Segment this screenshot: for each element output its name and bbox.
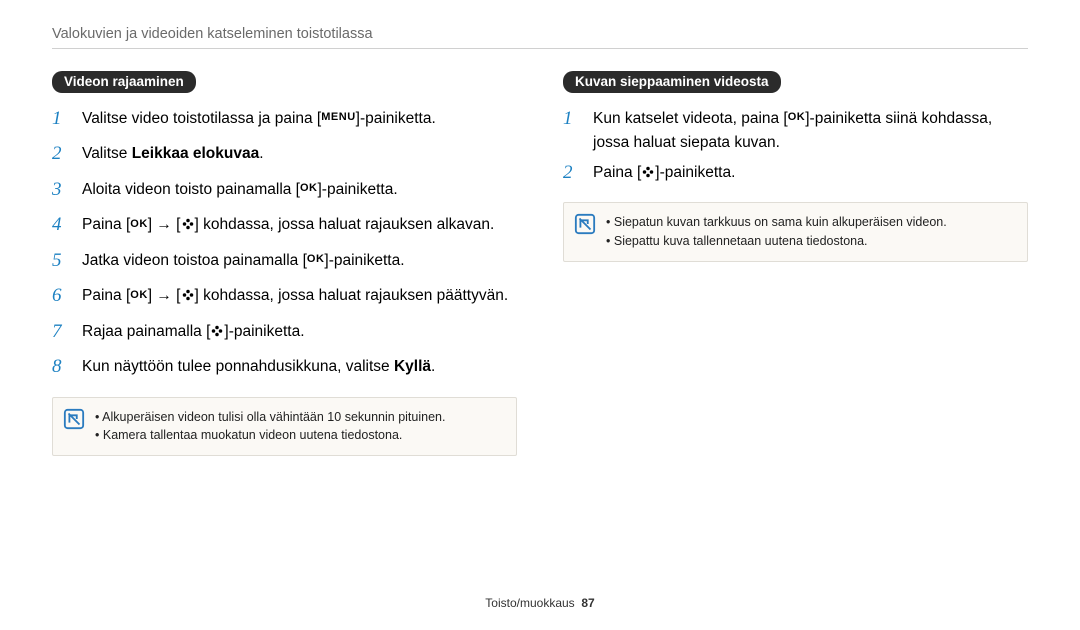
flower-icon xyxy=(210,323,224,338)
note-list-left: Alkuperäisen videon tulisi olla vähintää… xyxy=(95,408,445,446)
step-1: 1 Valitse video toistotilassa ja paina [… xyxy=(52,107,517,136)
note-icon xyxy=(574,213,596,235)
ok-icon: OK xyxy=(130,288,148,303)
note-item: Siepattu kuva tallennetaan uutena tiedos… xyxy=(606,232,947,251)
ok-icon: OK xyxy=(300,181,318,196)
step-1: 1 Kun katselet videota, paina [OK]-paini… xyxy=(563,107,1028,155)
ok-icon: OK xyxy=(788,110,806,125)
section-label-left: Videon rajaaminen xyxy=(52,71,196,93)
right-column: Kuvan sieppaaminen videosta 1 Kun katsel… xyxy=(563,71,1028,456)
step-number: 1 xyxy=(52,104,76,133)
step-5: 5 Jatka videon toistoa painamalla [OK]-p… xyxy=(52,249,517,278)
note-list-right: Siepatun kuvan tarkkuus on sama kuin alk… xyxy=(606,213,947,251)
page-number: 87 xyxy=(581,596,594,610)
step-4: 4 Paina [OK] → [] kohdassa, jossa haluat… xyxy=(52,213,517,242)
footer-section: Toisto/muokkaus xyxy=(485,596,574,610)
step-text: Jatka videon toistoa painamalla [OK]-pai… xyxy=(82,249,517,273)
note-item: Kamera tallentaa muokatun videon uutena … xyxy=(95,426,445,445)
content-columns: Videon rajaaminen 1 Valitse video toisto… xyxy=(52,71,1028,456)
page-footer: Toisto/muokkaus 87 xyxy=(52,596,1028,610)
step-6: 6 Paina [OK] → [] kohdassa, jossa haluat… xyxy=(52,284,517,313)
step-text: Aloita videon toisto painamalla [OK]-pai… xyxy=(82,178,517,202)
note-box-right: Siepatun kuvan tarkkuus on sama kuin alk… xyxy=(563,202,1028,262)
flower-icon xyxy=(641,164,655,179)
ok-icon: OK xyxy=(130,217,148,232)
page: Valokuvien ja videoiden katseleminen toi… xyxy=(0,0,1080,630)
step-text: Paina []-painiketta. xyxy=(593,161,1028,185)
note-icon xyxy=(63,408,85,430)
step-3: 3 Aloita videon toisto painamalla [OK]-p… xyxy=(52,178,517,207)
step-number: 3 xyxy=(52,175,76,204)
step-number: 2 xyxy=(52,139,76,168)
flower-icon xyxy=(181,288,195,303)
step-text: Paina [OK] → [] kohdassa, jossa haluat r… xyxy=(82,284,517,308)
left-column: Videon rajaaminen 1 Valitse video toisto… xyxy=(52,71,517,456)
step-2: 2 Paina []-painiketta. xyxy=(563,161,1028,190)
step-text: Kun katselet videota, paina [OK]-painike… xyxy=(593,107,1028,155)
right-steps: 1 Kun katselet videota, paina [OK]-paini… xyxy=(563,107,1028,190)
note-box-left: Alkuperäisen videon tulisi olla vähintää… xyxy=(52,397,517,457)
left-steps: 1 Valitse video toistotilassa ja paina [… xyxy=(52,107,517,385)
step-text: Valitse Leikkaa elokuvaa. xyxy=(82,142,517,166)
step-number: 1 xyxy=(563,104,587,133)
step-number: 5 xyxy=(52,246,76,275)
section-label-right: Kuvan sieppaaminen videosta xyxy=(563,71,781,93)
step-text: Valitse video toistotilassa ja paina [ME… xyxy=(82,107,517,131)
step-number: 8 xyxy=(52,352,76,381)
breadcrumb-header: Valokuvien ja videoiden katseleminen toi… xyxy=(52,26,1028,49)
step-text: Paina [OK] → [] kohdassa, jossa haluat r… xyxy=(82,213,517,237)
step-2: 2 Valitse Leikkaa elokuvaa. xyxy=(52,142,517,171)
ok-icon: OK xyxy=(307,252,325,267)
step-number: 6 xyxy=(52,281,76,310)
step-text: Kun näyttöön tulee ponnahdusikkuna, vali… xyxy=(82,355,517,379)
flower-icon xyxy=(181,217,195,232)
step-number: 7 xyxy=(52,317,76,346)
menu-icon: MENU xyxy=(321,110,355,125)
note-item: Siepatun kuvan tarkkuus on sama kuin alk… xyxy=(606,213,947,232)
step-number: 4 xyxy=(52,210,76,239)
step-7: 7 Rajaa painamalla []-painiketta. xyxy=(52,320,517,349)
step-number: 2 xyxy=(563,158,587,187)
note-item: Alkuperäisen videon tulisi olla vähintää… xyxy=(95,408,445,427)
step-text: Rajaa painamalla []-painiketta. xyxy=(82,320,517,344)
step-8: 8 Kun näyttöön tulee ponnahdusikkuna, va… xyxy=(52,355,517,384)
